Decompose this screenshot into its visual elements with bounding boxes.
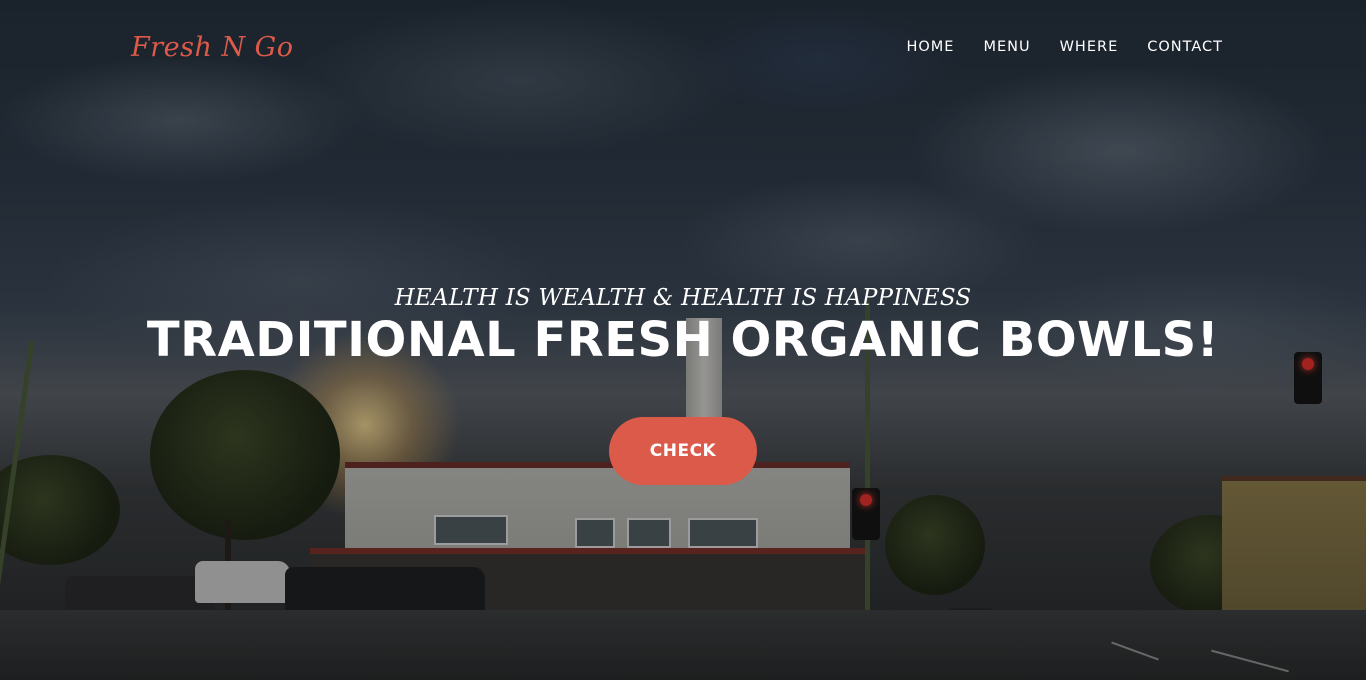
nav-item-contact[interactable]: CONTACT	[1147, 39, 1223, 55]
hero-subheading: HEALTH IS WEALTH & HEALTH IS HAPPINESS	[394, 285, 972, 311]
nav-item-home[interactable]: HOME	[906, 39, 954, 55]
brand-logo[interactable]: Fresh N Go	[131, 32, 293, 63]
hero-section: Fresh N Go HOME MENU WHERE CONTACT HEALT…	[0, 0, 1366, 680]
main-nav: HOME MENU WHERE CONTACT	[906, 39, 1223, 55]
hero-heading: TRADITIONAL FRESH ORGANIC BOWLS!	[146, 312, 1220, 368]
nav-item-menu[interactable]: MENU	[983, 39, 1030, 55]
check-button[interactable]: CHECK	[609, 417, 757, 485]
nav-item-where[interactable]: WHERE	[1060, 39, 1119, 55]
